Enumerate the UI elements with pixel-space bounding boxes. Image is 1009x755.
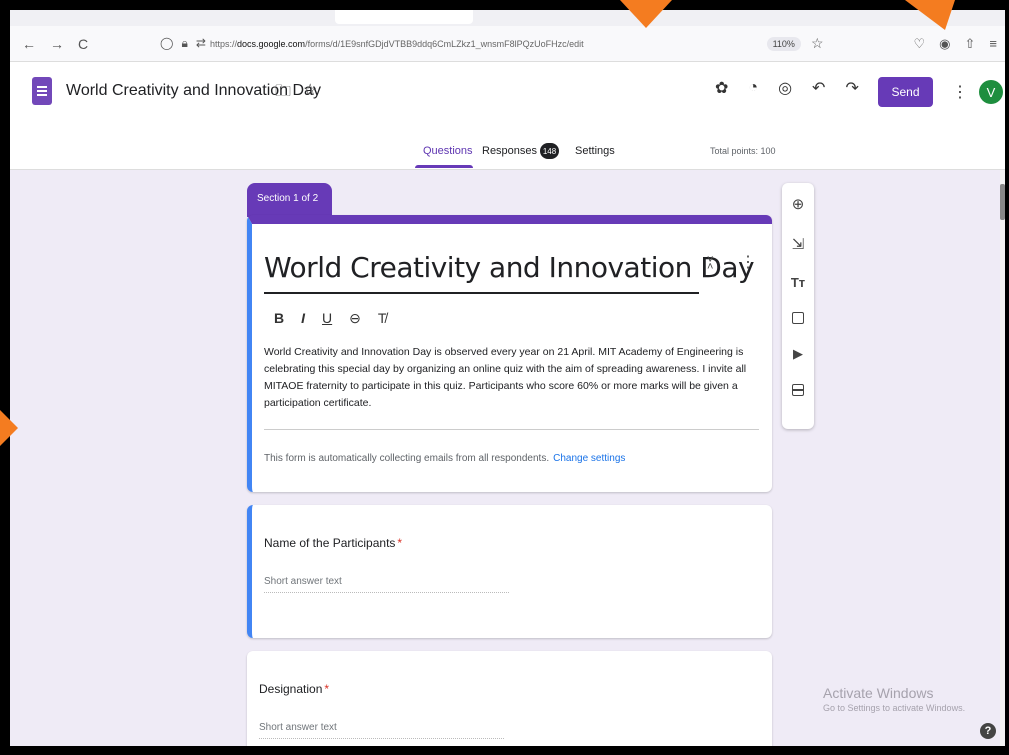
required-mark: * [397,536,403,550]
screen-frame-bottom [0,746,1009,755]
screen-frame-right [1005,0,1009,755]
browser-tabstrip [10,10,1005,26]
url-security-icons: ◯ 🔒︎ ⇄ [160,36,210,51]
tab-responses[interactable]: Responses [482,145,537,157]
send-button[interactable]: Send [878,77,933,107]
tab-settings[interactable]: Settings [575,145,615,157]
short-answer-placeholder: Short answer text [264,576,509,593]
orange-decoration [905,0,955,30]
tab-questions[interactable]: Questions [423,145,473,157]
responses-count-badge: 148 [540,143,559,159]
screen-frame-left [0,0,10,755]
add-title-icon[interactable]: Tт [791,275,805,290]
browser-nav: ← → C [10,36,160,52]
forms-app-bar: World Creativity and Innovation Day 🗀︎ ☆… [10,62,1005,134]
section-more-icon[interactable]: ⋮ [740,252,756,272]
description-underline [264,429,759,430]
shield-icon[interactable]: ◯ [160,36,173,51]
star-icon[interactable]: ☆ [303,80,317,107]
reload-icon[interactable]: C [78,36,88,52]
windows-activation-watermark: Activate Windows Go to Settings to activ… [823,685,966,713]
question-card[interactable]: Name of the Participants * Short answer t… [247,505,772,638]
browser-toolbar-icons: ♡ ◉ ⇧ ≡ [914,36,1006,52]
change-settings-link[interactable]: Change settings [553,453,625,464]
required-mark: * [324,682,330,696]
total-points: Total points: 100 [710,146,776,156]
account-icon[interactable]: ◉ [939,36,950,52]
side-toolbar: ⊕ ⇲ Tт ▶ [782,183,814,429]
url-field[interactable]: https://docs.google.com/forms/d/1E9snfGD… [210,39,767,49]
permissions-icon[interactable]: ⇄ [196,36,206,51]
clear-format-icon[interactable]: T̸ [378,310,387,327]
extensions-icon[interactable]: ⇧ [965,36,976,52]
palette-icon[interactable]: ◔ [748,79,758,97]
orange-decoration [0,410,18,446]
form-header-card[interactable]: World Creativity and Innovation Day ˅ ˄ ⋮… [247,215,772,492]
section-label: Section 1 of 2 [247,183,332,217]
forward-icon[interactable]: → [50,36,64,52]
form-editor-area: Section 1 of 2 World Creativity and Inno… [10,170,1005,746]
underline-icon[interactable]: U [322,310,332,327]
undo-icon[interactable]: ↶ [812,78,825,98]
help-icon[interactable]: ? [980,723,996,739]
forms-logo-icon[interactable] [32,77,52,105]
short-answer-placeholder: Short answer text [259,722,504,739]
form-tabs: Questions Responses 148 Settings Total p… [10,134,1005,170]
collapse-section-icon[interactable]: ˅ ˄ [707,255,713,273]
bookmark-star-icon[interactable]: ☆ [811,35,824,52]
form-header-title[interactable]: World Creativity and Innovation Day [264,251,755,284]
format-toolbar: B I U ⊖ T̸ [274,310,386,327]
folder-icon[interactable]: 🗀︎ [275,80,291,107]
browser-url-bar: ← → C ◯ 🔒︎ ⇄ https://docs.google.com/for… [10,26,1005,62]
screen-frame-top [0,0,1009,10]
import-questions-icon[interactable]: ⇲ [792,235,805,253]
more-options-icon[interactable]: ⋮ [952,82,968,102]
add-image-icon[interactable] [792,312,804,324]
back-icon[interactable]: ← [22,36,36,52]
lock-icon[interactable]: 🔒︎ [181,36,187,51]
pocket-icon[interactable]: ♡ [914,36,926,52]
question-card[interactable]: Designation * Short answer text [247,651,772,746]
menu-icon[interactable]: ≡ [989,36,997,52]
addons-icon[interactable]: ✿ [715,78,728,98]
question-title[interactable]: Name of the Participants * [264,536,402,550]
question-title[interactable]: Designation * [259,682,329,696]
link-icon[interactable]: ⊖ [349,310,361,327]
preview-eye-icon[interactable]: ◎ [778,78,792,98]
italic-icon[interactable]: I [301,310,305,327]
top-actions: ✿ ◔ ◎ ↶ ↷ [715,78,859,98]
email-collection-notice: This form is automatically collecting em… [264,453,626,464]
browser-tab[interactable] [335,10,473,24]
title-icons: 🗀︎ ☆ [275,80,317,107]
bold-icon[interactable]: B [274,310,284,327]
add-video-icon[interactable]: ▶ [793,346,803,362]
avatar[interactable]: V [979,80,1003,104]
orange-decoration [620,0,672,28]
add-section-icon[interactable] [792,384,804,396]
redo-icon[interactable]: ↷ [845,78,858,98]
title-underline [264,292,699,294]
active-tab-indicator [415,165,473,168]
add-question-icon[interactable]: ⊕ [792,195,805,213]
zoom-indicator[interactable]: 110% [766,36,801,51]
form-description[interactable]: World Creativity and Innovation Day is o… [264,344,759,412]
